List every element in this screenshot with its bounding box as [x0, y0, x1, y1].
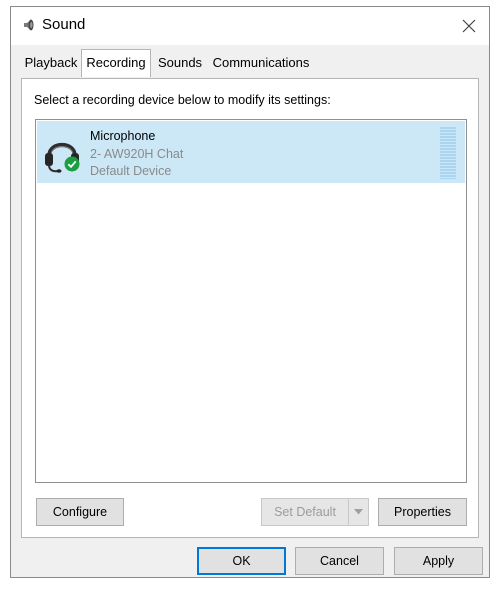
device-description: 2- AW920H Chat — [90, 147, 184, 161]
ok-button[interactable]: OK — [197, 547, 286, 575]
configure-button[interactable]: Configure — [36, 498, 124, 526]
device-list[interactable]: Microphone 2- AW920H Chat Default Device — [35, 119, 467, 483]
recording-panel: Select a recording device below to modif… — [21, 78, 479, 538]
set-default-button[interactable]: Set Default — [261, 498, 349, 526]
level-meter — [440, 127, 456, 179]
tab-communications[interactable]: Communications — [209, 52, 313, 76]
close-button[interactable] — [457, 14, 481, 38]
tab-sounds[interactable]: Sounds — [152, 52, 208, 76]
sound-dialog: Sound Playback Recording Sounds Communic… — [10, 6, 490, 578]
tab-recording[interactable]: Recording — [81, 49, 151, 77]
window-title: Sound — [42, 16, 86, 33]
check-badge-icon — [64, 156, 80, 172]
speaker-icon — [21, 17, 37, 33]
list-item-microphone[interactable]: Microphone 2- AW920H Chat Default Device — [37, 121, 465, 183]
apply-button[interactable]: Apply — [394, 547, 483, 575]
set-default-dropdown[interactable] — [348, 498, 369, 526]
title-bar[interactable]: Sound — [11, 7, 489, 45]
properties-button[interactable]: Properties — [378, 498, 467, 526]
device-name: Microphone — [90, 129, 156, 143]
cancel-button[interactable]: Cancel — [295, 547, 384, 575]
instruction-text: Select a recording device below to modif… — [34, 93, 331, 107]
tab-playback[interactable]: Playback — [21, 52, 81, 76]
close-icon — [462, 19, 476, 33]
chevron-down-icon — [354, 509, 363, 515]
device-status: Default Device — [90, 164, 172, 178]
